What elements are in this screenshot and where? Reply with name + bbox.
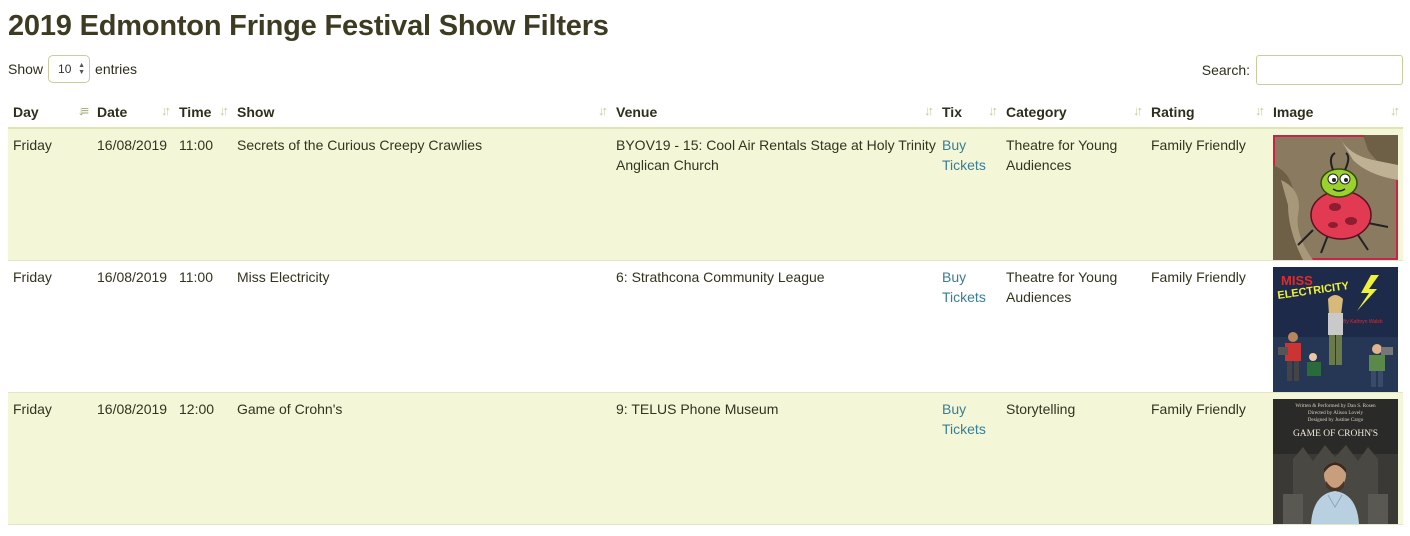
column-header-date[interactable]: Date ↓↑ [92,96,174,129]
poster-credit-3: Designed by Justine Cargo [1308,417,1364,423]
miss-electricity-poster[interactable]: MISS ELECTRICITY By Kathryn Walsh [1273,267,1398,392]
cell-show: Secrets of the Curious Creepy Crawlies [232,128,611,261]
search-input[interactable] [1256,55,1403,85]
poster-byline: By Kathryn Walsh [1343,319,1383,325]
column-header-image[interactable]: Image ↓↑ [1268,96,1403,129]
cell-venue: 9: TELUS Phone Museum [611,392,937,525]
cell-show: Game of Crohn's [232,392,611,525]
sort-ascending-icon: ↓≡ [77,103,89,118]
column-header-show[interactable]: Show ↓↑ [232,96,611,129]
cell-tix: Buy Tickets [937,128,1001,261]
column-header-time[interactable]: Time ↓↑ [174,96,232,129]
cell-tix: Buy Tickets [937,260,1001,393]
cell-venue: 6: Strathcona Community League [611,260,937,393]
cell-time: 11:00 [174,260,232,393]
table-row: Friday 16/08/2019 11:00 Miss Electricity… [8,260,1403,393]
column-header-tix[interactable]: Tix ↓↑ [937,96,1001,129]
search-label: Search: [1201,62,1250,78]
table-row: Friday 16/08/2019 11:00 Secrets of the C… [8,128,1403,261]
entries-length-control: Show 10 ▲ ▼ entries [8,55,137,83]
column-header-category[interactable]: Category ↓↑ [1001,96,1146,129]
cell-rating: Family Friendly [1146,128,1268,261]
select-arrows-icon: ▲ ▼ [78,62,86,76]
cell-date: 16/08/2019 [92,128,174,261]
length-prefix: Show [8,61,44,77]
cell-image: MISS ELECTRICITY By Kathryn Walsh [1268,260,1403,393]
cell-image [1268,128,1403,261]
cell-tix: Buy Tickets [937,392,1001,525]
header-row: Day ↓≡ Date ↓↑ Time ↓↑ Show ↓↑ Venue ↓↑ Tix ↓↑… [8,96,1403,129]
entries-select-value: 10 [58,62,72,76]
entries-select[interactable]: 10 ▲ ▼ [48,55,91,83]
length-suffix: entries [95,61,138,77]
cell-image: Written & Performed by Dan S. Rosen Dire… [1268,392,1403,525]
cell-date: 16/08/2019 [92,392,174,525]
poster-credit-2: Directed by Alison Lovely [1308,410,1364,416]
page-title: 2019 Edmonton Fringe Festival Show Filte… [8,10,609,42]
buy-tickets-link[interactable]: Buy Tickets [942,401,986,437]
column-header-rating[interactable]: Rating ↓↑ [1146,96,1268,129]
sort-icon: ↓↑ [219,103,229,118]
cell-day: Friday [8,392,92,525]
sort-icon: ↓↑ [1133,103,1143,118]
cell-category: Storytelling [1001,392,1146,525]
cell-time: 11:00 [174,128,232,261]
cell-day: Friday [8,128,92,261]
cell-category: Theatre for Young Audiences [1001,260,1146,393]
cell-venue: BYOV19 - 15: Cool Air Rentals Stage at H… [611,128,937,261]
cell-category: Theatre for Young Audiences [1001,128,1146,261]
poster-title: GAME OF CROHN'S [1293,429,1378,439]
search-control: Search: [1202,55,1403,85]
cell-show: Miss Electricity [232,260,611,393]
sort-icon: ↓↑ [988,103,998,118]
cell-time: 12:00 [174,392,232,525]
cell-rating: Family Friendly [1146,260,1268,393]
buy-tickets-link[interactable]: Buy Tickets [942,137,986,173]
game-of-crohns-poster[interactable]: Written & Performed by Dan S. Rosen Dire… [1273,399,1398,524]
page: 2019 Edmonton Fringe Festival Show Filte… [0,0,1410,536]
buy-tickets-link[interactable]: Buy Tickets [942,269,986,305]
poster-credit-1: Written & Performed by Dan S. Rosen [1295,402,1376,409]
sort-icon: ↓↑ [598,103,608,118]
cell-date: 16/08/2019 [92,260,174,393]
sort-icon: ↓↑ [161,103,171,118]
table-row: Friday 16/08/2019 12:00 Game of Crohn's … [8,392,1403,525]
sort-icon: ↓↑ [924,103,934,118]
column-header-venue[interactable]: Venue ↓↑ [611,96,937,129]
shows-table: Day ↓≡ Date ↓↑ Time ↓↑ Show ↓↑ Venue ↓↑ Tix ↓↑… [8,96,1403,525]
cell-rating: Family Friendly [1146,392,1268,525]
cartoon-bug-image[interactable] [1273,135,1398,260]
cell-day: Friday [8,260,92,393]
sort-icon: ↓↑ [1390,103,1400,118]
sort-icon: ↓↑ [1255,103,1265,118]
column-header-day[interactable]: Day ↓≡ [8,96,92,129]
